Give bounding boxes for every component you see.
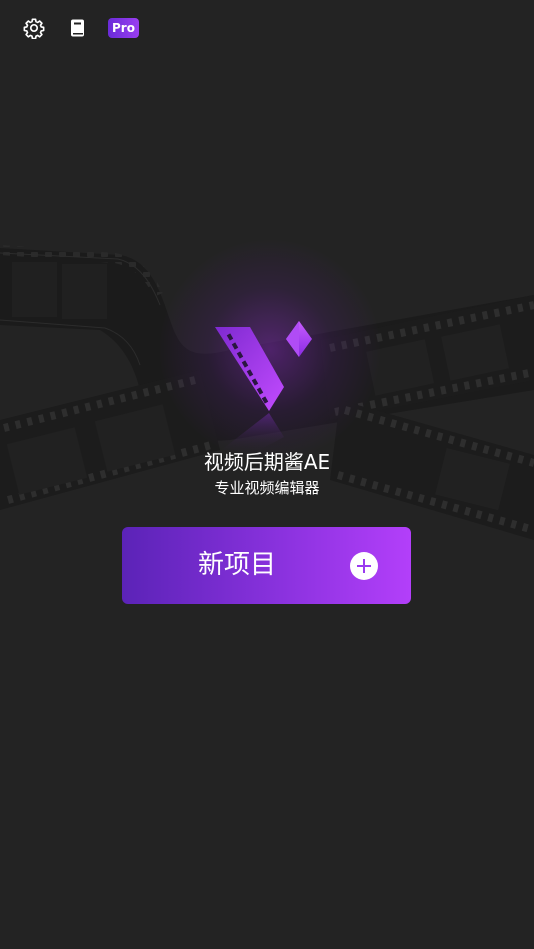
plus-circle-icon bbox=[350, 552, 378, 580]
notebook-icon bbox=[71, 19, 84, 37]
new-project-button[interactable]: 新项目 bbox=[122, 527, 411, 604]
settings-button[interactable] bbox=[21, 15, 47, 41]
app-subtitle: 专业视频编辑器 bbox=[214, 479, 320, 497]
app-logo bbox=[215, 321, 312, 455]
gear-icon bbox=[23, 18, 45, 39]
top-bar: Pro bbox=[0, 0, 534, 56]
new-project-label: 新项目 bbox=[198, 550, 277, 580]
pro-badge[interactable]: Pro bbox=[108, 18, 139, 38]
app-title: 视频后期酱AE bbox=[203, 450, 331, 474]
guide-button[interactable] bbox=[65, 15, 91, 41]
home-screen: Pro 视频后期酱AE 专业视频编辑器 新项目 bbox=[0, 0, 534, 949]
